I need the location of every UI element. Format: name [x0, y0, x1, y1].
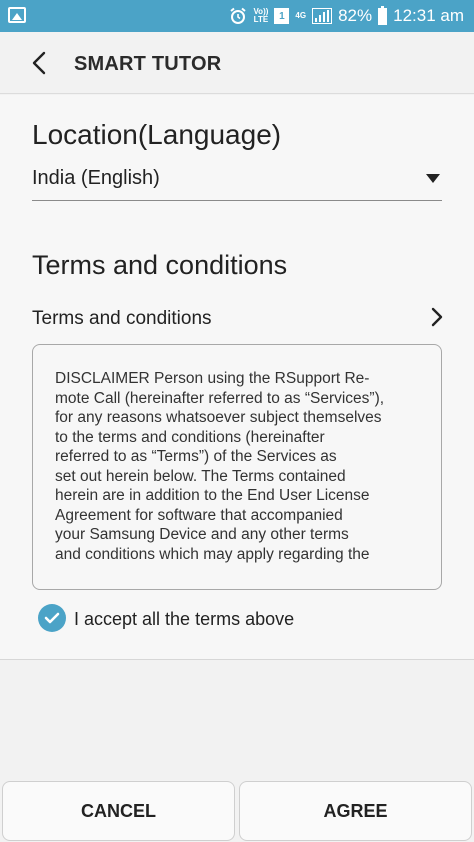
terms-link[interactable]: Terms and conditions — [32, 300, 444, 336]
sim-indicator: 1 — [274, 8, 290, 24]
location-heading: Location(Language) — [32, 119, 282, 150]
language-dropdown[interactable]: India (English) — [32, 161, 442, 201]
agree-button[interactable]: AGREE — [239, 781, 472, 841]
terms-text: DISCLAIMER Person using the RSupport Re-… — [55, 370, 385, 563]
chevron-right-icon — [431, 307, 443, 327]
language-value: India (English) — [32, 167, 160, 189]
checkmark-icon — [38, 604, 66, 632]
status-bar: Vo)) LTE 1 4G 82% 12:31 am — [0, 0, 474, 32]
dropdown-arrow-icon — [426, 174, 440, 183]
network-type: 4G — [295, 11, 307, 20]
back-button[interactable] — [22, 46, 56, 80]
accept-terms-label: I accept all the terms above — [74, 609, 295, 629]
terms-link-label: Terms and conditions — [32, 308, 212, 329]
app-bar: SMART TUTOR — [0, 32, 474, 94]
page-title: SMART TUTOR — [74, 53, 222, 75]
gallery-icon — [8, 7, 26, 23]
accept-terms-checkbox[interactable]: I accept all the terms above — [38, 603, 338, 633]
battery-percent: 82% — [338, 6, 373, 25]
battery-icon — [378, 5, 388, 25]
back-arrow-icon — [32, 51, 46, 75]
volte-indicator: Vo)) LTE — [253, 7, 269, 24]
terms-text-box[interactable]: DISCLAIMER Person using the RSupport Re-… — [32, 344, 442, 590]
clock: 12:31 am — [393, 6, 464, 25]
cancel-button[interactable]: CANCEL — [2, 781, 235, 841]
signal-icon — [312, 8, 333, 24]
alarm-icon — [230, 7, 247, 24]
terms-heading: Terms and conditions — [32, 250, 288, 280]
status-icons: Vo)) LTE 1 4G 82% 12:31 am — [229, 0, 464, 32]
main-content: Location(Language) India (English) Terms… — [0, 95, 474, 660]
